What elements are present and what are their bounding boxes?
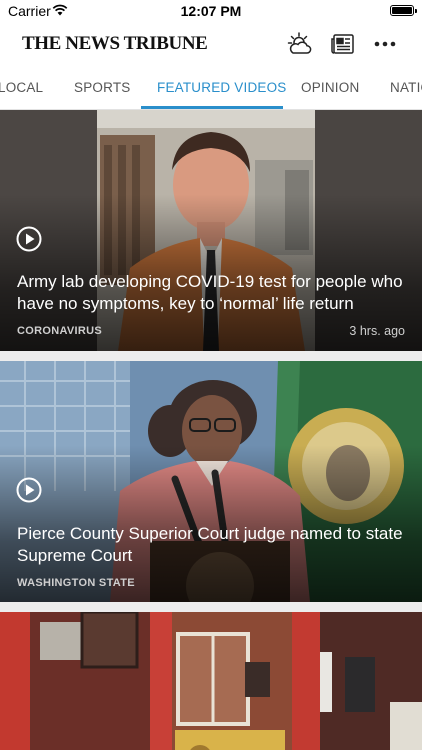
more-icon[interactable] (371, 30, 399, 58)
video-card[interactable]: Army lab developing COVID-19 test for pe… (0, 110, 422, 351)
battery-icon (390, 5, 417, 16)
tab-local[interactable]: LOCAL (0, 80, 43, 95)
weather-icon[interactable] (286, 30, 314, 58)
play-icon[interactable] (16, 226, 42, 252)
video-card[interactable]: Pierce County Superior Court judge named… (0, 361, 422, 602)
timestamp: 3 hrs. ago (349, 324, 405, 338)
headline[interactable]: Army lab developing COVID-19 test for pe… (17, 271, 408, 315)
play-icon[interactable] (16, 477, 42, 503)
tab-nation[interactable]: NATIO (390, 80, 422, 95)
app-header: THE NEWS TRIBUNE (0, 22, 422, 66)
clock: 12:07 PM (180, 3, 242, 19)
video-card[interactable] (0, 612, 422, 750)
epaper-icon[interactable] (329, 30, 357, 58)
video-feed[interactable]: Army lab developing COVID-19 test for pe… (0, 110, 422, 750)
video-thumbnail (0, 612, 422, 750)
section-tabs: LOCAL SPORTS FEATURED VIDEOS OPINION NAT… (0, 70, 422, 110)
masthead-logo[interactable]: THE NEWS TRIBUNE (22, 33, 208, 55)
section-label[interactable]: CORONAVIRUS (17, 325, 102, 337)
tab-featured-videos[interactable]: FEATURED VIDEOS (157, 80, 287, 95)
tab-opinion[interactable]: OPINION (301, 80, 359, 95)
tab-sports[interactable]: SPORTS (74, 80, 130, 95)
section-label[interactable]: WASHINGTON STATE (17, 577, 135, 589)
status-bar: Carrier 12:07 PM (0, 0, 422, 22)
headline[interactable]: Pierce County Superior Court judge named… (17, 523, 408, 567)
